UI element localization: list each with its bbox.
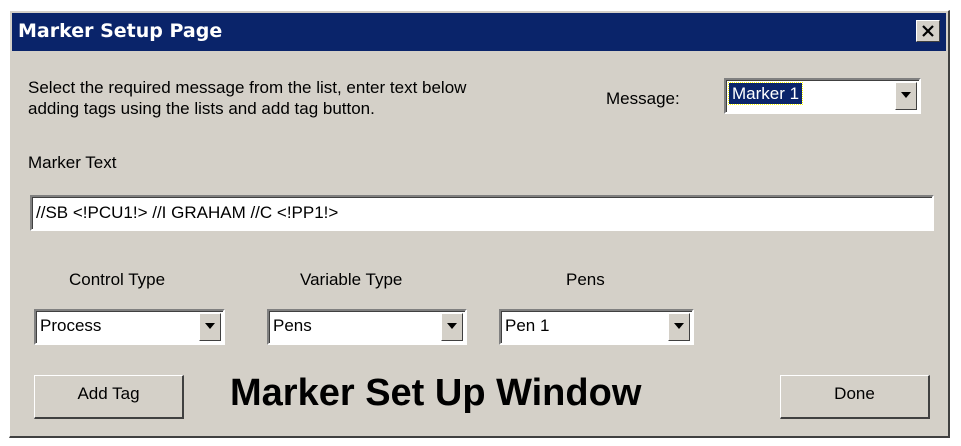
close-x-icon xyxy=(922,25,934,37)
title-bar[interactable]: Marker Setup Page xyxy=(12,13,946,51)
chevron-down-icon xyxy=(205,323,215,329)
chevron-down-icon xyxy=(447,323,457,329)
add-tag-button[interactable]: Add Tag xyxy=(34,375,184,419)
marker-text-input[interactable]: //SB <!PCU1!> //I GRAHAM //C <!PP1!> xyxy=(30,195,934,231)
marker-text-label: Marker Text xyxy=(28,153,117,172)
marker-text-value: //SB <!PCU1!> //I GRAHAM //C <!PP1!> xyxy=(36,203,339,222)
pens-selected-value: Pen 1 xyxy=(505,316,550,335)
instructions-text: Select the required message from the lis… xyxy=(28,78,467,97)
chevron-down-icon xyxy=(901,92,911,98)
control-type-dropdown-button[interactable] xyxy=(199,313,221,341)
control-type-label: Control Type xyxy=(69,270,166,289)
pens-dropdown[interactable]: Pen 1 xyxy=(499,309,694,345)
variable-type-dropdown-button[interactable] xyxy=(441,313,463,341)
variable-type-label: Variable Type xyxy=(300,270,403,289)
variable-type-selected-value: Pens xyxy=(273,316,312,335)
instructions-text-line2: adding tags using the lists and add tag … xyxy=(28,99,375,118)
add-tag-button-label: Add Tag xyxy=(77,384,140,403)
done-button[interactable]: Done xyxy=(780,375,930,419)
close-button[interactable] xyxy=(916,20,940,42)
overlay-caption: Marker Set Up Window xyxy=(230,372,642,414)
pens-label: Pens xyxy=(566,270,605,289)
message-selected-value: Marker 1 xyxy=(727,82,804,105)
control-type-selected-value: Process xyxy=(40,316,102,335)
window-title: Marker Setup Page xyxy=(18,20,223,42)
message-dropdown[interactable]: Marker 1 xyxy=(724,78,921,114)
done-button-label: Done xyxy=(834,384,875,403)
control-type-dropdown[interactable]: Process xyxy=(34,309,225,345)
chevron-down-icon xyxy=(674,323,684,329)
variable-type-dropdown[interactable]: Pens xyxy=(267,309,467,345)
pens-dropdown-button[interactable] xyxy=(668,313,690,341)
message-dropdown-button[interactable] xyxy=(895,82,917,110)
message-label: Message: xyxy=(606,89,680,108)
